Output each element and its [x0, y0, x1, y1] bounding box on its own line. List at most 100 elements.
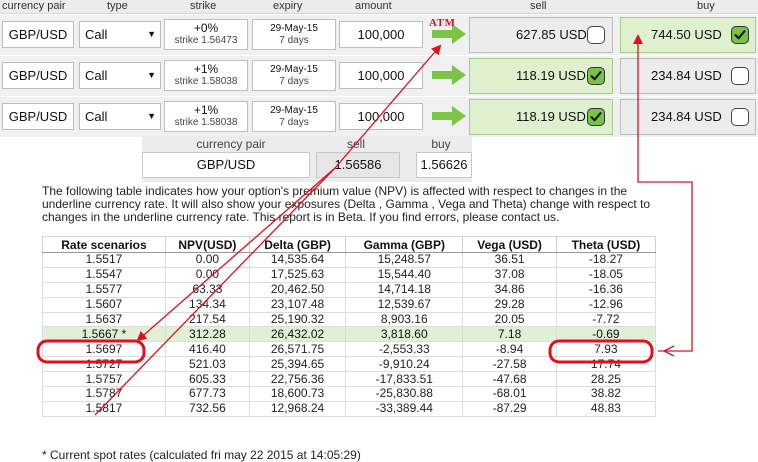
strike-field[interactable]: +1% strike 1.58038 [164, 60, 248, 91]
table-cell: -18.27 [555, 252, 657, 268]
footnote: * Current spot rates (calculated fri may… [42, 448, 361, 462]
checkbox-unchecked-icon[interactable] [731, 108, 749, 126]
table-cell: 8,903.16 [345, 311, 464, 328]
expiry-days: 7 days [279, 117, 309, 128]
amount-input[interactable]: 100,000 [339, 62, 423, 89]
table-cell: 732.56 [164, 400, 250, 417]
checkbox-unchecked-icon[interactable] [587, 26, 605, 44]
buy-price-button[interactable]: 234.84 USD [620, 58, 756, 94]
table-cell: -87.29 [462, 400, 557, 417]
column-header-bar: currency pair type strike expiry amount … [0, 0, 758, 14]
table-cell: 1.5517 [42, 252, 166, 268]
table-cell: 20.05 [462, 311, 557, 328]
option-type-select[interactable]: Call ▼ [79, 21, 161, 48]
table-row: 1.5697 416.40 26,571.75 -2,553.33 -8.94 7.93 [42, 341, 657, 358]
table-cell: 48.83 [555, 400, 657, 417]
column-header: Gamma (GBP) [345, 236, 464, 253]
expiry-days: 7 days [279, 35, 309, 46]
table-cell: -12.96 [555, 296, 657, 313]
option-row: GBP/USD Call ▼ +1% strike 1.58038 29-May-15 7 … [0, 56, 758, 96]
rate-scenarios-table: Rate scenarios NPV(USD) Delta (GBP) Gamma (… [42, 236, 657, 417]
table-cell: 0.00 [164, 252, 250, 268]
header-expiry: expiry [273, 0, 303, 12]
table-cell: 26,571.75 [248, 341, 347, 358]
spot-sell-value: 1.56586 [316, 152, 400, 178]
table-cell: 26,432.02 [248, 326, 347, 343]
table-cell: 416.40 [164, 341, 250, 358]
table-cell: 605.33 [164, 371, 250, 388]
expiry-field[interactable]: 29-May-15 7 days [252, 101, 336, 132]
header-sell: sell [530, 0, 547, 12]
table-cell: 1.5547 [42, 266, 166, 283]
table-cell: -18.05 [555, 266, 657, 283]
option-type-value: Call [85, 27, 108, 42]
strike-field[interactable]: +1% strike 1.58038 [164, 101, 248, 132]
option-type-select[interactable]: Call ▼ [79, 103, 161, 130]
buy-price-button[interactable]: 234.84 USD [620, 99, 756, 135]
option-row: GBP/USD Call ▼ +1% strike 1.58038 29-May-15 7 … [0, 97, 758, 137]
sell-price-button[interactable]: 627.85 USD [469, 17, 613, 53]
table-cell: 7.93 [555, 341, 657, 358]
table-cell: -8.94 [462, 341, 557, 358]
table-cell: -33,389.44 [345, 400, 464, 417]
strike-value: strike 1.58038 [174, 117, 238, 128]
table-cell: -9,910.24 [345, 356, 464, 373]
table-cell: 22,756.36 [248, 371, 347, 388]
table-cell: 34.86 [462, 281, 557, 298]
table-cell: -16.36 [555, 281, 657, 298]
sell-price-button[interactable]: 118.19 USD [469, 58, 613, 94]
table-cell: 677.73 [164, 386, 250, 402]
table-cell: -7.72 [555, 311, 657, 328]
table-cell: -17,833.51 [345, 371, 464, 388]
table-cell: 1.5637 [42, 311, 166, 328]
sell-price-label: 118.19 USD [516, 68, 586, 83]
buy-price-button[interactable]: 744.50 USD [620, 17, 756, 53]
buy-price-label: 234.84 USD [651, 109, 722, 124]
checkbox-unchecked-icon[interactable] [731, 67, 749, 85]
expiry-date: 29-May-15 [270, 105, 318, 116]
column-header: Vega (USD) [462, 236, 557, 253]
option-type-select[interactable]: Call ▼ [79, 62, 161, 89]
table-cell: 17.74 [555, 356, 657, 373]
table-cell: 7.18 [462, 326, 557, 343]
header-amount: amount [355, 0, 392, 12]
annotation-arrow-to-theta [662, 345, 675, 357]
report-description: The following table indicates how your o… [42, 184, 651, 224]
currency-pair-field[interactable]: GBP/USD [2, 62, 74, 89]
expiry-date: 29-May-15 [270, 64, 318, 75]
table-cell: -0.69 [555, 326, 657, 343]
checkbox-checked-icon[interactable] [731, 26, 749, 44]
table-cell: 36.51 [462, 252, 557, 268]
spot-buy-label: buy [431, 137, 451, 151]
checkbox-checked-icon[interactable] [587, 108, 605, 126]
column-header: NPV(USD) [164, 236, 250, 253]
table-cell: 38.82 [555, 386, 657, 402]
sell-price-label: 118.19 USD [516, 109, 586, 124]
table-cell: 1.5757 [42, 371, 166, 388]
table-cell: 217.54 [164, 311, 250, 328]
table-cell: 14,535.64 [248, 252, 347, 268]
expiry-field[interactable]: 29-May-15 7 days [252, 19, 336, 50]
table-body: 1.5517 0.00 14,535.64 15,248.57 36.51 -18.27 1… [42, 252, 657, 417]
currency-pair-field[interactable]: GBP/USD [2, 103, 74, 130]
table-row: 1.5577 63.33 20,462.50 14,714.18 34.86 -16.36 [42, 281, 657, 298]
expiry-date: 29-May-15 [270, 23, 318, 34]
current-spot-row: 1.5667 * 312.28 26,432.02 3,818.60 7.18 -0.69 [42, 326, 657, 343]
option-row: GBP/USD Call ▼ +0% strike 1.56473 29-May-15 7 … [0, 15, 758, 55]
currency-pair-field[interactable]: GBP/USD [2, 21, 74, 48]
table-cell: 17,525.63 [248, 266, 347, 283]
sell-price-button[interactable]: 118.19 USD [469, 99, 613, 135]
expiry-field[interactable]: 29-May-15 7 days [252, 60, 336, 91]
checkbox-checked-icon[interactable] [587, 67, 605, 85]
table-cell: 18,600.73 [248, 386, 347, 402]
atm-label: ATM [429, 17, 456, 29]
table-header-row: Rate scenarios NPV(USD) Delta (GBP) Gamma (… [42, 236, 657, 253]
table-cell: 1.5697 [42, 341, 166, 358]
spot-pair-label: currency pair [196, 137, 266, 151]
strike-percent: +1% [193, 103, 219, 117]
amount-input[interactable]: 100,000 [339, 103, 423, 130]
table-cell: 14,714.18 [345, 281, 464, 298]
table-row: 1.5637 217.54 25,190.32 8,903.16 20.05 -7.72 [42, 311, 657, 328]
amount-input[interactable]: 100,000 [339, 21, 423, 48]
strike-field[interactable]: +0% strike 1.56473 [164, 19, 248, 50]
